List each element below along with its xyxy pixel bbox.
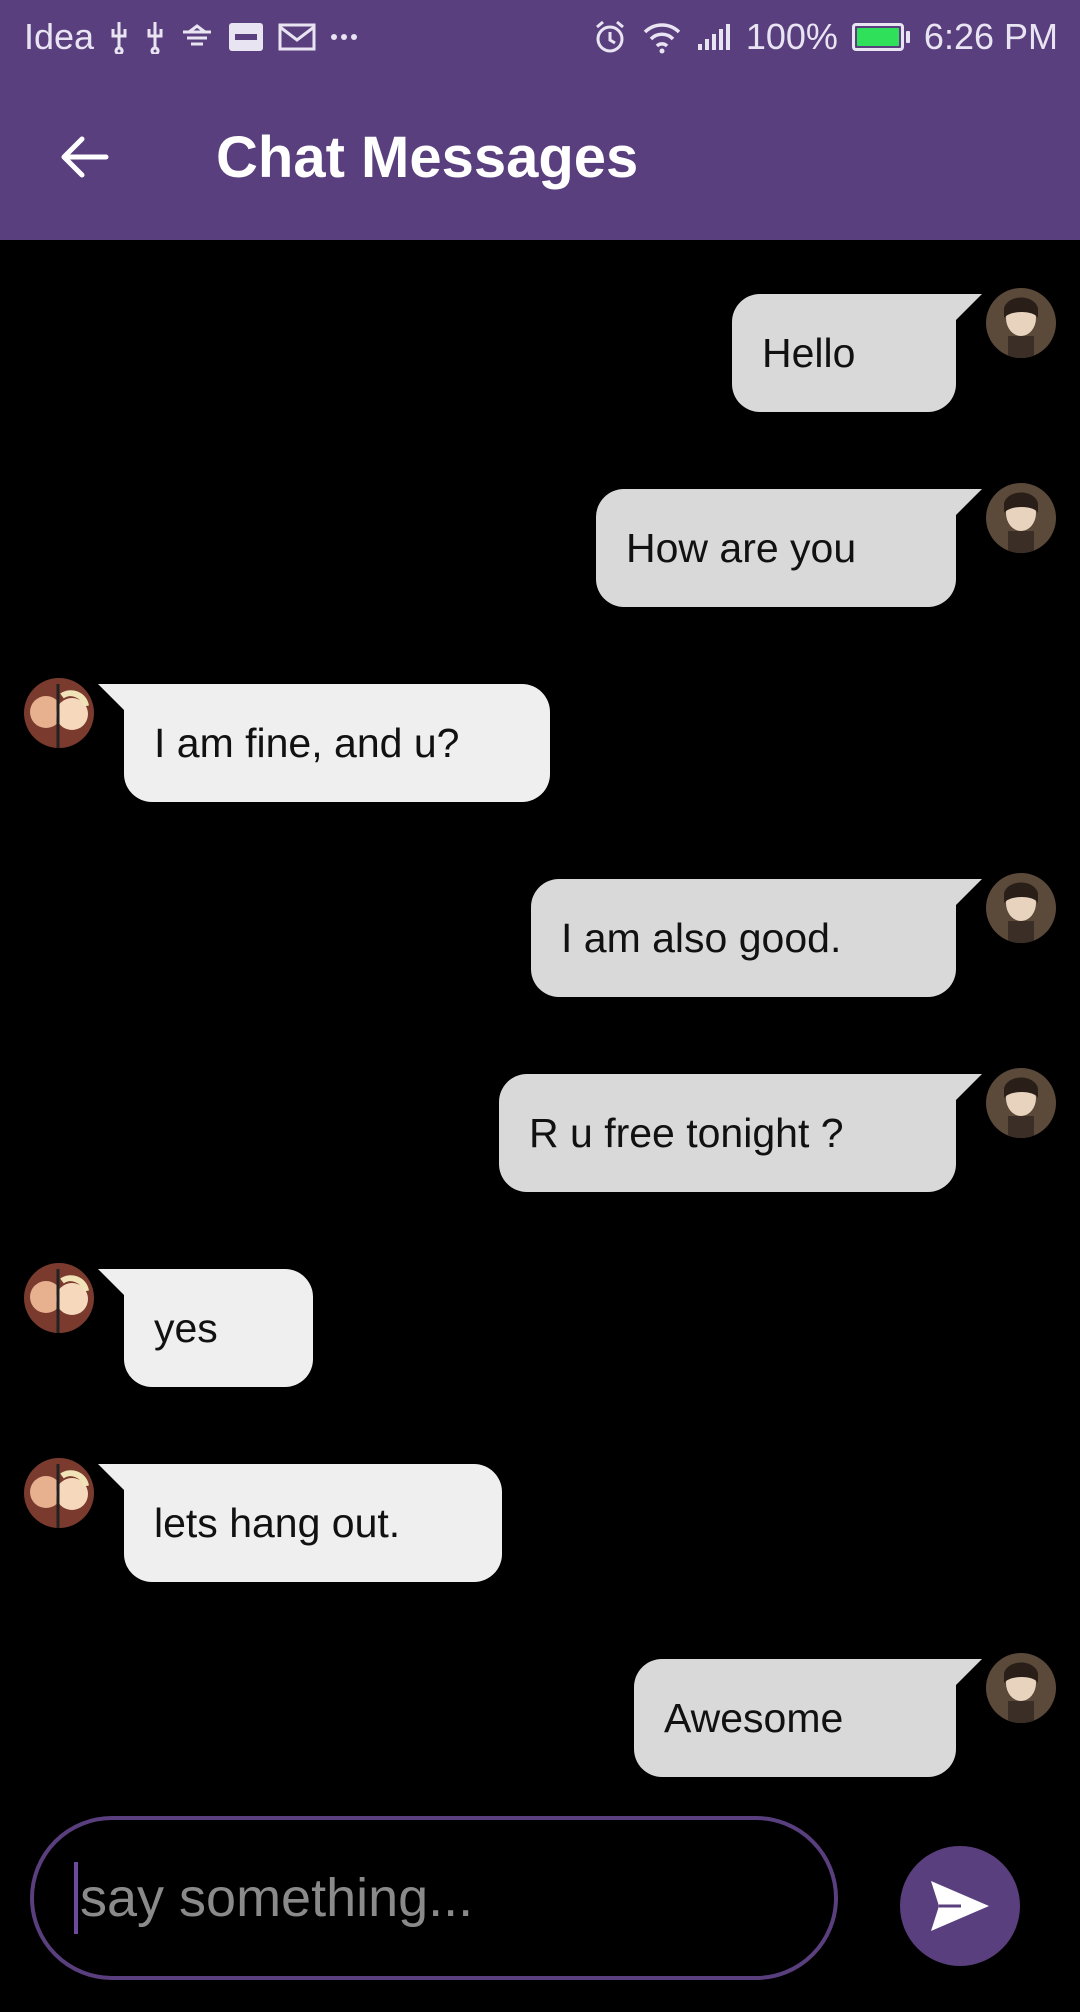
gmail-icon (278, 22, 316, 52)
send-button[interactable] (900, 1846, 1020, 1966)
user-avatar-icon[interactable] (24, 1263, 94, 1333)
send-icon (931, 1881, 989, 1931)
message-item: yes (0, 1263, 1080, 1387)
status-bar-right: 100% 6:26 PM (592, 16, 1058, 58)
message-bubble[interactable]: How are you (596, 489, 956, 607)
status-bar: Idea 100% 6:26 PM (0, 0, 1080, 74)
message-input[interactable] (80, 1867, 760, 1929)
user-avatar-icon[interactable] (24, 678, 94, 748)
wifi-icon (642, 20, 682, 54)
message-text: How are you (626, 524, 857, 571)
text-cursor (74, 1862, 78, 1934)
page-title: Chat Messages (216, 124, 639, 190)
contact-avatar-icon[interactable] (986, 873, 1056, 943)
usb-icon (108, 20, 130, 54)
arrow-back-icon (61, 136, 109, 178)
contact-avatar-icon[interactable] (986, 483, 1056, 553)
paytm-icon (228, 22, 264, 52)
clock: 6:26 PM (923, 16, 1058, 57)
contact-avatar-icon[interactable] (986, 1653, 1056, 1723)
message-item: Hello (0, 288, 1080, 412)
message-composer (30, 1816, 838, 1980)
usb-icon (144, 20, 166, 54)
battery-fill (856, 28, 899, 46)
message-bubble[interactable]: lets hang out. (124, 1464, 502, 1582)
status-bar-left: Idea (24, 16, 358, 58)
message-text: I am fine, and u? (154, 719, 460, 766)
message-text: Awesome (664, 1694, 844, 1741)
message-text: yes (154, 1304, 218, 1351)
alarm-icon (592, 19, 628, 55)
carrier-label: Idea (24, 16, 95, 57)
message-item: lets hang out. (0, 1458, 1080, 1582)
message-item: Awesome (0, 1653, 1080, 1777)
message-item: R u free tonight ? (0, 1068, 1080, 1192)
user-avatar-icon[interactable] (24, 1458, 94, 1528)
message-bubble[interactable]: Awesome (634, 1659, 956, 1777)
message-list: Hello How are you I am fine, and u? I am… (0, 240, 1080, 1820)
chat-screen: Idea 100% 6:26 PM Chat Messages Hello Ho… (0, 0, 1080, 2012)
more-dots-icon (330, 32, 358, 42)
battery-percent: 100% (745, 16, 838, 57)
contact-avatar-icon[interactable] (986, 288, 1056, 358)
message-bubble[interactable]: Hello (732, 294, 956, 412)
message-bubble[interactable]: R u free tonight ? (499, 1074, 956, 1192)
message-text: I am also good. (561, 914, 842, 961)
message-bubble[interactable]: I am also good. (531, 879, 956, 997)
message-text: Hello (762, 329, 856, 376)
signal-icon (696, 22, 732, 52)
contact-avatar-icon[interactable] (986, 1068, 1056, 1138)
message-bubble[interactable]: yes (124, 1269, 313, 1387)
message-item: I am fine, and u? (0, 678, 1080, 802)
back-button[interactable] (24, 97, 144, 217)
message-bubble[interactable]: I am fine, and u? (124, 684, 550, 802)
battery-icon (851, 23, 910, 51)
cast-icon (180, 22, 214, 52)
message-text: R u free tonight ? (529, 1109, 844, 1156)
message-text: lets hang out. (154, 1499, 401, 1546)
message-item: I am also good. (0, 873, 1080, 997)
app-bar: Chat Messages (0, 74, 1080, 240)
message-item: How are you (0, 483, 1080, 607)
